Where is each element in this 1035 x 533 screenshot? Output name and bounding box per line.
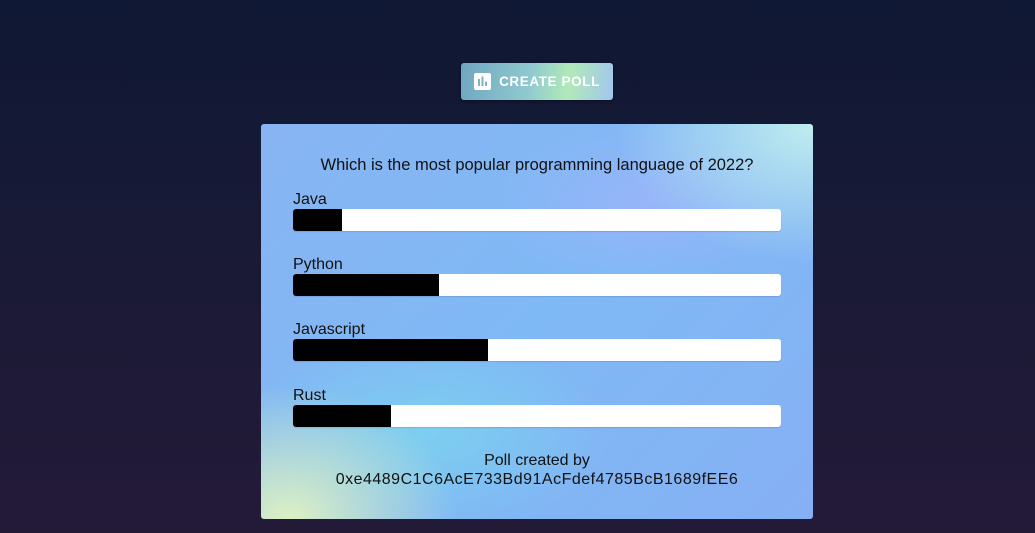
poll-footer: Poll created by 0xe4489C1C6AcE733Bd91AcF… <box>261 451 813 489</box>
poll-card: Which is the most popular programming la… <box>261 124 813 519</box>
option-progress-fill <box>293 405 391 427</box>
option-label: Python <box>293 256 343 273</box>
option-label: Java <box>293 191 327 208</box>
poll-option-javascript[interactable]: Javascript <box>293 320 781 361</box>
option-progress-fill <box>293 339 489 361</box>
poll-question: Which is the most popular programming la… <box>320 156 754 174</box>
poll-option-java[interactable]: Java <box>293 190 781 231</box>
poll-option-python[interactable]: Python <box>293 255 781 296</box>
bar-chart-icon <box>474 73 492 90</box>
option-progress-track[interactable] <box>293 274 781 296</box>
creator-address: 0xe4489C1C6AcE733Bd91AcFdef4785BcB1689fE… <box>335 471 739 488</box>
create-poll-label: CREATE POLL <box>499 74 600 89</box>
option-label: Rust <box>293 387 326 404</box>
create-poll-button[interactable]: CREATE POLL <box>461 63 613 100</box>
option-progress-fill <box>293 274 440 296</box>
created-by-text: Poll created by <box>484 452 590 469</box>
option-progress-track[interactable] <box>293 405 781 427</box>
option-progress-track[interactable] <box>293 209 781 231</box>
option-label: Javascript <box>293 321 366 338</box>
option-progress-fill <box>293 209 342 231</box>
poll-option-rust[interactable]: Rust <box>293 386 781 427</box>
option-progress-track[interactable] <box>293 339 781 361</box>
